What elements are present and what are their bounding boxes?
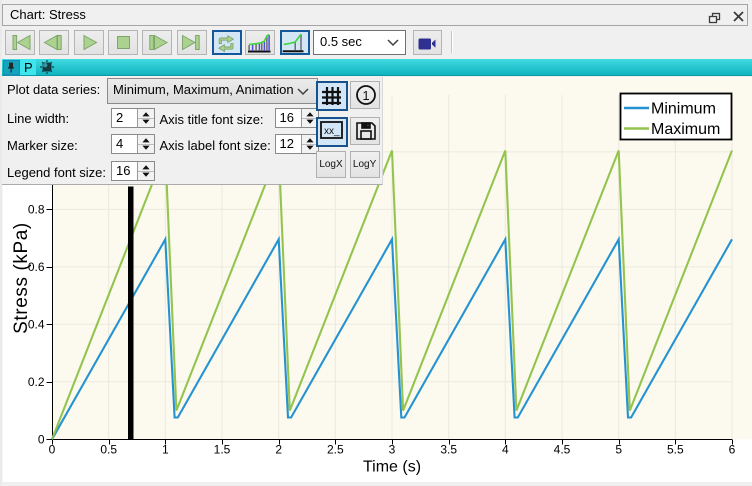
svg-text:1.5: 1.5 bbox=[214, 442, 231, 456]
svg-text:Minimum: Minimum bbox=[651, 101, 716, 118]
svg-text:2.5: 2.5 bbox=[327, 442, 344, 456]
svg-text:xx_: xx_ bbox=[324, 126, 340, 137]
svg-text:0: 0 bbox=[38, 432, 45, 446]
svg-text:Stress (kPa): Stress (kPa) bbox=[11, 222, 32, 334]
svg-text:Maximum: Maximum bbox=[651, 121, 720, 138]
svg-text:6: 6 bbox=[729, 442, 736, 456]
svg-text:Time (s): Time (s) bbox=[363, 459, 421, 476]
svg-text:0.8: 0.8 bbox=[28, 202, 45, 216]
svg-text:2: 2 bbox=[275, 442, 282, 456]
svg-text:0: 0 bbox=[49, 442, 56, 456]
svg-text:5.5: 5.5 bbox=[667, 442, 684, 456]
svg-text:0.2: 0.2 bbox=[28, 375, 45, 389]
svg-text:5: 5 bbox=[615, 442, 622, 456]
svg-text:3.5: 3.5 bbox=[440, 442, 457, 456]
svg-text:1: 1 bbox=[362, 88, 369, 103]
svg-text:3: 3 bbox=[389, 442, 396, 456]
svg-text:4: 4 bbox=[502, 442, 509, 456]
svg-text:1: 1 bbox=[162, 442, 169, 456]
svg-text:4.5: 4.5 bbox=[554, 442, 571, 456]
svg-text:0.5: 0.5 bbox=[100, 442, 117, 456]
